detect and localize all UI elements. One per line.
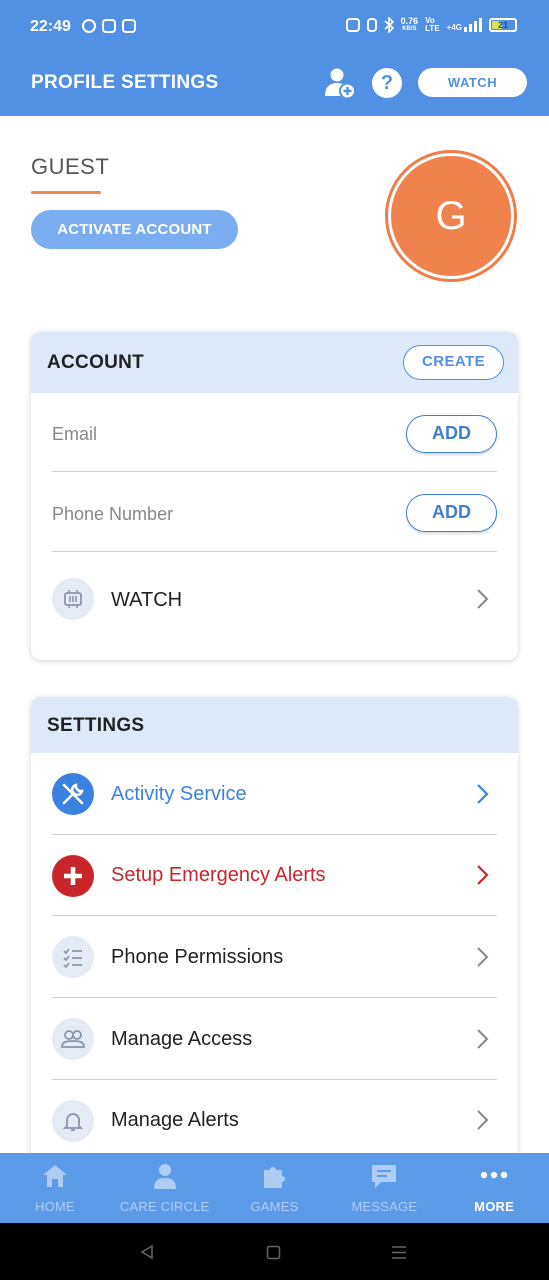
status-time: 22:49 — [30, 18, 71, 35]
nav-games-label: GAMES — [250, 1199, 299, 1214]
emergency-alerts-item[interactable]: Setup Emergency Alerts — [52, 835, 497, 916]
notification-icons — [82, 19, 136, 33]
home-button-icon[interactable] — [266, 1245, 281, 1260]
add-user-icon — [325, 68, 356, 100]
watch-icon — [52, 578, 94, 620]
vibrate-icon — [366, 18, 377, 32]
settings-title: SETTINGS — [47, 715, 145, 736]
help-button[interactable]: ? — [372, 68, 402, 98]
top-bar: 22:49 0.76 KB/S Vo LTE +4G 21 PROFILE SE… — [0, 0, 549, 116]
whatsapp-icon — [82, 19, 96, 33]
settings-card-header: SETTINGS — [31, 697, 518, 753]
nav-more[interactable]: MORE — [439, 1153, 549, 1223]
back-icon[interactable] — [139, 1244, 155, 1260]
network-speed: 0.76 KB/S — [400, 16, 419, 33]
add-user-button[interactable] — [322, 66, 356, 100]
person-icon — [153, 1164, 176, 1189]
account-card-header: ACCOUNT CREATE — [31, 332, 518, 393]
name-underline — [31, 191, 101, 194]
instagram-icon — [122, 19, 136, 33]
nav-home[interactable]: HOME — [0, 1153, 110, 1223]
phone-number-label: Phone Number — [52, 504, 174, 524]
people-icon — [52, 1018, 94, 1060]
nav-message-label: MESSAGE — [351, 1199, 418, 1214]
manage-access-item[interactable]: Manage Access — [52, 998, 497, 1080]
wrench-icon — [52, 773, 94, 815]
nav-message[interactable]: MESSAGE — [329, 1153, 439, 1223]
bluetooth-icon — [384, 17, 394, 33]
message-icon — [372, 1165, 397, 1188]
puzzle-icon — [264, 1167, 286, 1188]
profile-name: GUEST — [31, 154, 110, 179]
email-label: Email — [52, 424, 98, 444]
add-phone-button[interactable]: ADD — [406, 494, 497, 532]
nav-more-label: MORE — [474, 1199, 514, 1214]
nav-games[interactable]: GAMES — [220, 1153, 330, 1223]
chevron-right-icon — [477, 784, 489, 804]
manage-alerts-item[interactable]: Manage Alerts — [52, 1080, 497, 1162]
manage-access-label: Manage Access — [111, 1028, 253, 1050]
watch-button[interactable]: WATCH — [418, 68, 527, 97]
battery-icon: 21 — [489, 18, 517, 32]
phone-permissions-item[interactable]: Phone Permissions — [52, 916, 497, 998]
plus-icon — [52, 855, 94, 897]
avatar[interactable]: G — [391, 156, 511, 276]
signal-bars-icon — [464, 18, 482, 32]
chevron-right-icon — [477, 947, 489, 967]
emergency-alerts-label: Setup Emergency Alerts — [111, 864, 326, 886]
nav-care-circle[interactable]: CARE CIRCLE — [110, 1153, 220, 1223]
chevron-right-icon — [477, 1110, 489, 1130]
phone-row: Phone Number ADD — [52, 472, 497, 552]
recents-icon[interactable] — [391, 1245, 407, 1260]
nfc-icon — [345, 18, 360, 32]
activity-service-label: Activity Service — [111, 783, 247, 805]
account-title: ACCOUNT — [47, 352, 145, 373]
bell-icon — [52, 1100, 94, 1142]
checklist-icon — [52, 936, 94, 978]
account-card: ACCOUNT CREATE Email ADD Phone Number AD… — [31, 332, 518, 660]
manage-alerts-label: Manage Alerts — [111, 1109, 239, 1131]
email-row: Email ADD — [52, 393, 497, 472]
add-email-button[interactable]: ADD — [406, 415, 497, 453]
nav-home-label: HOME — [34, 1199, 75, 1214]
chevron-right-icon — [477, 1029, 489, 1049]
system-status-icons: 0.76 KB/S Vo LTE +4G 21 — [345, 16, 517, 33]
status-bar: 22:49 0.76 KB/S Vo LTE +4G 21 — [0, 0, 549, 55]
create-account-button[interactable]: CREATE — [403, 345, 504, 380]
chevron-right-icon — [477, 589, 489, 609]
chevron-right-icon — [477, 865, 489, 885]
page-title: PROFILE SETTINGS — [31, 72, 219, 93]
activate-account-button[interactable]: ACTIVATE ACCOUNT — [31, 210, 238, 249]
cellular-signal: +4G — [447, 18, 482, 32]
home-icon — [42, 1165, 67, 1187]
phone-permissions-label: Phone Permissions — [111, 946, 284, 968]
watch-item-label: WATCH — [111, 589, 183, 611]
more-dots-icon — [480, 1171, 508, 1179]
settings-card: SETTINGS Activity Service Setup Emergenc… — [31, 697, 518, 1167]
system-nav-bar — [0, 1223, 549, 1280]
watch-item[interactable]: WATCH — [52, 552, 497, 648]
shopping-bag-icon — [102, 19, 116, 33]
nav-care-circle-label: CARE CIRCLE — [119, 1199, 210, 1214]
volte-icon: Vo LTE — [425, 16, 440, 33]
bottom-nav: HOME CARE CIRCLE GAMES MESSAGE MORE — [0, 1153, 549, 1223]
activity-service-item[interactable]: Activity Service — [52, 753, 497, 835]
